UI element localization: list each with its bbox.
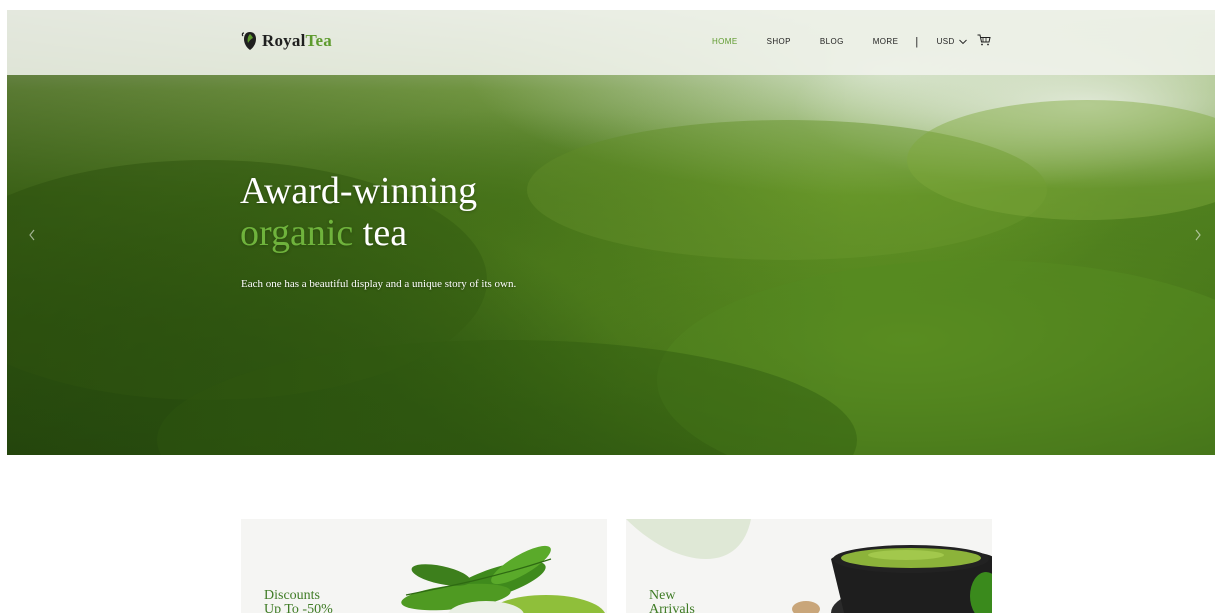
matcha-bowl-image	[792, 545, 992, 613]
promo-line2: Up To -50%	[264, 602, 333, 613]
hero-title-accent: organic	[240, 212, 354, 254]
chevron-left-icon[interactable]	[25, 226, 39, 244]
promo-line2: Arrivals	[649, 602, 695, 613]
hero-title: Award-winning organic tea	[240, 170, 477, 254]
promo-label-new-arrivals: New Arrivals	[649, 589, 695, 613]
nav-home[interactable]: HOME	[712, 37, 738, 46]
currency-label: USD	[936, 37, 955, 46]
nav-more[interactable]: MORE	[873, 37, 899, 46]
logo-text: RoyalTea	[262, 31, 332, 50]
cart-icon[interactable]	[977, 34, 991, 46]
hero-background	[7, 10, 1215, 455]
teapot-logo-icon	[241, 32, 256, 50]
nav-blog[interactable]: BLOG	[820, 37, 844, 46]
promo-card-new-arrivals[interactable]: New Arrivals	[626, 519, 992, 613]
nav-shop[interactable]: SHOP	[767, 37, 791, 46]
promo-line1: Discounts	[264, 588, 320, 603]
site-header: RoyalTea HOME SHOP BLOG MORE | USD	[7, 10, 1215, 75]
promo-label-discounts: Discounts Up To -50%	[264, 589, 333, 613]
hero-section: RoyalTea HOME SHOP BLOG MORE | USD Award…	[7, 10, 1215, 455]
currency-selector[interactable]: USD	[937, 37, 967, 46]
chevron-right-icon[interactable]	[1191, 226, 1205, 244]
logo[interactable]: RoyalTea	[241, 30, 332, 52]
hero-title-line1: Award-winning	[240, 170, 478, 212]
nav-separator: |	[915, 35, 919, 48]
promo-card-discounts[interactable]: Discounts Up To -50%	[241, 519, 607, 613]
main-nav: HOME SHOP BLOG MORE | USD	[712, 34, 991, 48]
promo-line1: New	[649, 588, 676, 603]
hero-title-line2: organic tea	[240, 212, 477, 254]
chevron-down-icon	[958, 39, 967, 44]
tea-leaves-image	[401, 545, 605, 613]
hero-subtitle: Each one has a beautiful display and a u…	[241, 278, 517, 290]
decorative-corner-shape	[626, 519, 751, 559]
hero-title-rest: tea	[353, 212, 408, 254]
